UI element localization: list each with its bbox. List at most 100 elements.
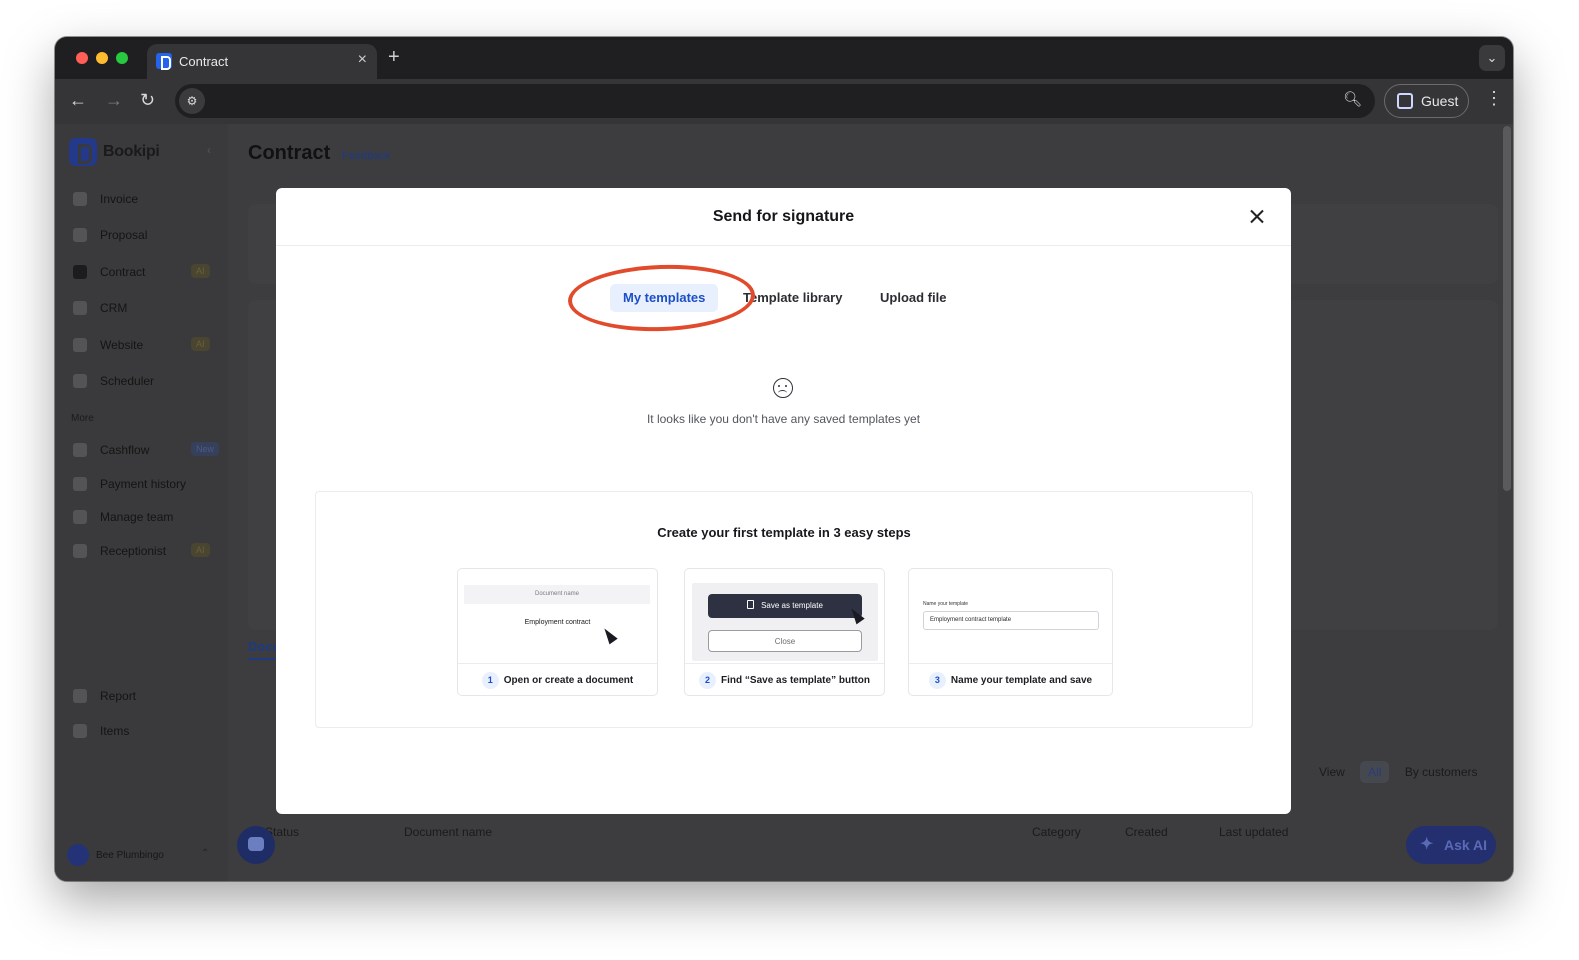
sidebar-item-proposal[interactable]: Proposal [73,225,213,245]
sidebar-item-items[interactable]: Items [73,721,213,741]
ai-badge: AI [191,543,210,557]
sidebar-item-payment-history[interactable]: Payment history [73,474,213,494]
tab-upload-file[interactable]: Upload file [867,284,959,312]
maximize-window-button[interactable] [116,52,128,64]
column-header-last-updated[interactable]: Last updated [1219,825,1288,839]
chevron-updown-icon: ⌃ [201,848,210,859]
sidebar-item-contract[interactable]: Contract AI [73,262,213,282]
close-button-preview: Close [708,630,862,652]
account-switcher[interactable]: Bee Plumbingo ⌃ [67,844,217,868]
sidebar-item-scheduler[interactable]: Scheduler [73,371,213,391]
sidebar-item-invoice[interactable]: Invoice [73,189,213,209]
column-header-created[interactable]: Created [1125,825,1168,839]
back-arrow-icon[interactable]: ← [69,90,87,110]
scheduler-icon [73,374,87,388]
sidebar-item-label: Cashflow [100,443,150,457]
sidebar-item-label: Items [100,724,130,738]
bookipi-favicon-icon [156,53,172,70]
reload-icon[interactable]: ↻ [140,90,155,110]
crm-icon [73,301,87,315]
sidebar-item-report[interactable]: Report [73,686,213,706]
items-icon [73,724,87,738]
document-name-field-preview: Document name [464,585,650,604]
step-caption-text: Find “Save as template” button [721,675,870,687]
sad-face-icon [773,378,793,398]
save-as-template-button-preview: Save as template [708,594,862,618]
step-preview: Save as template Close [685,569,884,664]
step-caption: 1 Open or create a document [458,672,657,689]
more-section-label: More [71,413,94,424]
browser-tab[interactable]: Contract × [147,44,377,79]
collapse-sidebar-icon[interactable]: ‹ [207,143,211,157]
sidebar-item-receptionist[interactable]: Receptionist AI [73,541,213,561]
view-all-button[interactable]: All [1360,761,1390,783]
sidebar-item-label: Contract [100,265,146,279]
document-name-value-preview: Employment contract [524,619,591,626]
brand-name: Bookipi [103,143,160,160]
sidebar-item-label: Website [100,338,144,352]
step-caption-text: Name your template and save [950,675,1093,687]
invoice-icon [73,192,87,206]
sidebar-item-label: Invoice [100,192,139,206]
sidebar-item-label: Scheduler [100,374,155,388]
step-caption-text: Open or create a document [503,675,634,687]
minimize-window-button[interactable] [96,52,108,64]
empty-state-text: It looks like you don't have any saved t… [646,412,921,426]
modal-tabs: My templates Template library Upload fil… [276,284,1291,314]
chat-launcher-button[interactable] [237,826,275,864]
column-header-category[interactable]: Category [1032,825,1081,839]
step-number-badge: 3 [928,672,946,689]
sidebar-item-cashflow[interactable]: Cashflow New [73,440,220,460]
forward-arrow-icon[interactable]: → [105,90,123,110]
modal-header: Send for signature [276,188,1291,246]
feedback-link[interactable]: Feedback [342,150,390,162]
sidebar-item-crm[interactable]: CRM [73,298,213,318]
sidebar-item-label: CRM [100,301,128,315]
onboarding-steps-panel: Create your first template in 3 easy ste… [315,491,1253,728]
cashflow-icon [73,443,87,457]
sidebar-item-label: Receptionist [100,544,167,558]
send-for-signature-modal: Send for signature My templates Template… [276,188,1291,814]
browser-menu-icon[interactable]: ⋮ [1485,88,1503,109]
step-preview: Name your template Employment contract t… [909,569,1112,664]
step-card-1: Document name Employment contract 1 Open … [457,568,658,696]
step-caption: 3 Name your template and save [909,672,1112,689]
ask-ai-button[interactable]: ✦ Ask AI [1406,826,1496,864]
browser-toolbar: ← → ↻ ⚙ 🔍︎ Guest ⋮ [55,79,1513,124]
site-info-icon[interactable]: ⚙ [179,88,205,114]
ai-badge: AI [191,337,210,351]
step-number-badge: 1 [481,672,499,689]
address-bar[interactable]: ⚙ [175,84,1375,118]
close-icon[interactable] [1246,206,1268,228]
sidebar-item-manage-team[interactable]: Manage team [73,507,213,527]
view-label: View [1319,765,1345,779]
tab-search-button[interactable]: ⌄ [1479,45,1505,71]
website-icon [73,338,87,352]
ask-ai-label: Ask AI [1444,837,1488,853]
proposal-icon [73,228,87,242]
page-scrollbar[interactable] [1503,126,1511,491]
step-card-3: Name your template Employment contract t… [908,568,1113,696]
highlight-annotation-ring [566,261,757,335]
column-header-document-name[interactable]: Document name [404,825,492,839]
new-tab-button[interactable]: + [388,46,400,68]
step-preview: Document name Employment contract [458,569,657,664]
bookipi-logo [69,138,97,166]
sidebar-item-label: Proposal [100,228,148,242]
step-caption: 2 Find “Save as template” button [685,672,884,689]
cursor-icon [600,625,618,645]
profile-icon [1397,93,1413,109]
view-filter: View All By customers [1319,761,1490,783]
view-by-customers-button[interactable]: By customers [1405,765,1478,779]
sidebar: Bookipi ‹ Invoice Proposal Contract AI C… [55,124,228,881]
new-badge: New [191,442,220,456]
close-window-button[interactable] [76,52,88,64]
guest-profile-button[interactable]: Guest [1384,84,1469,118]
tab-close-icon[interactable]: × [358,51,367,69]
zoom-icon[interactable]: 🔍︎ [1343,90,1362,108]
steps-title: Create your first template in 3 easy ste… [657,525,911,540]
template-name-input-preview: Employment contract template [923,611,1099,630]
account-name: Bee Plumbingo [96,850,164,861]
page-title: Contract [248,142,331,164]
sidebar-item-website[interactable]: Website AI [73,335,213,355]
